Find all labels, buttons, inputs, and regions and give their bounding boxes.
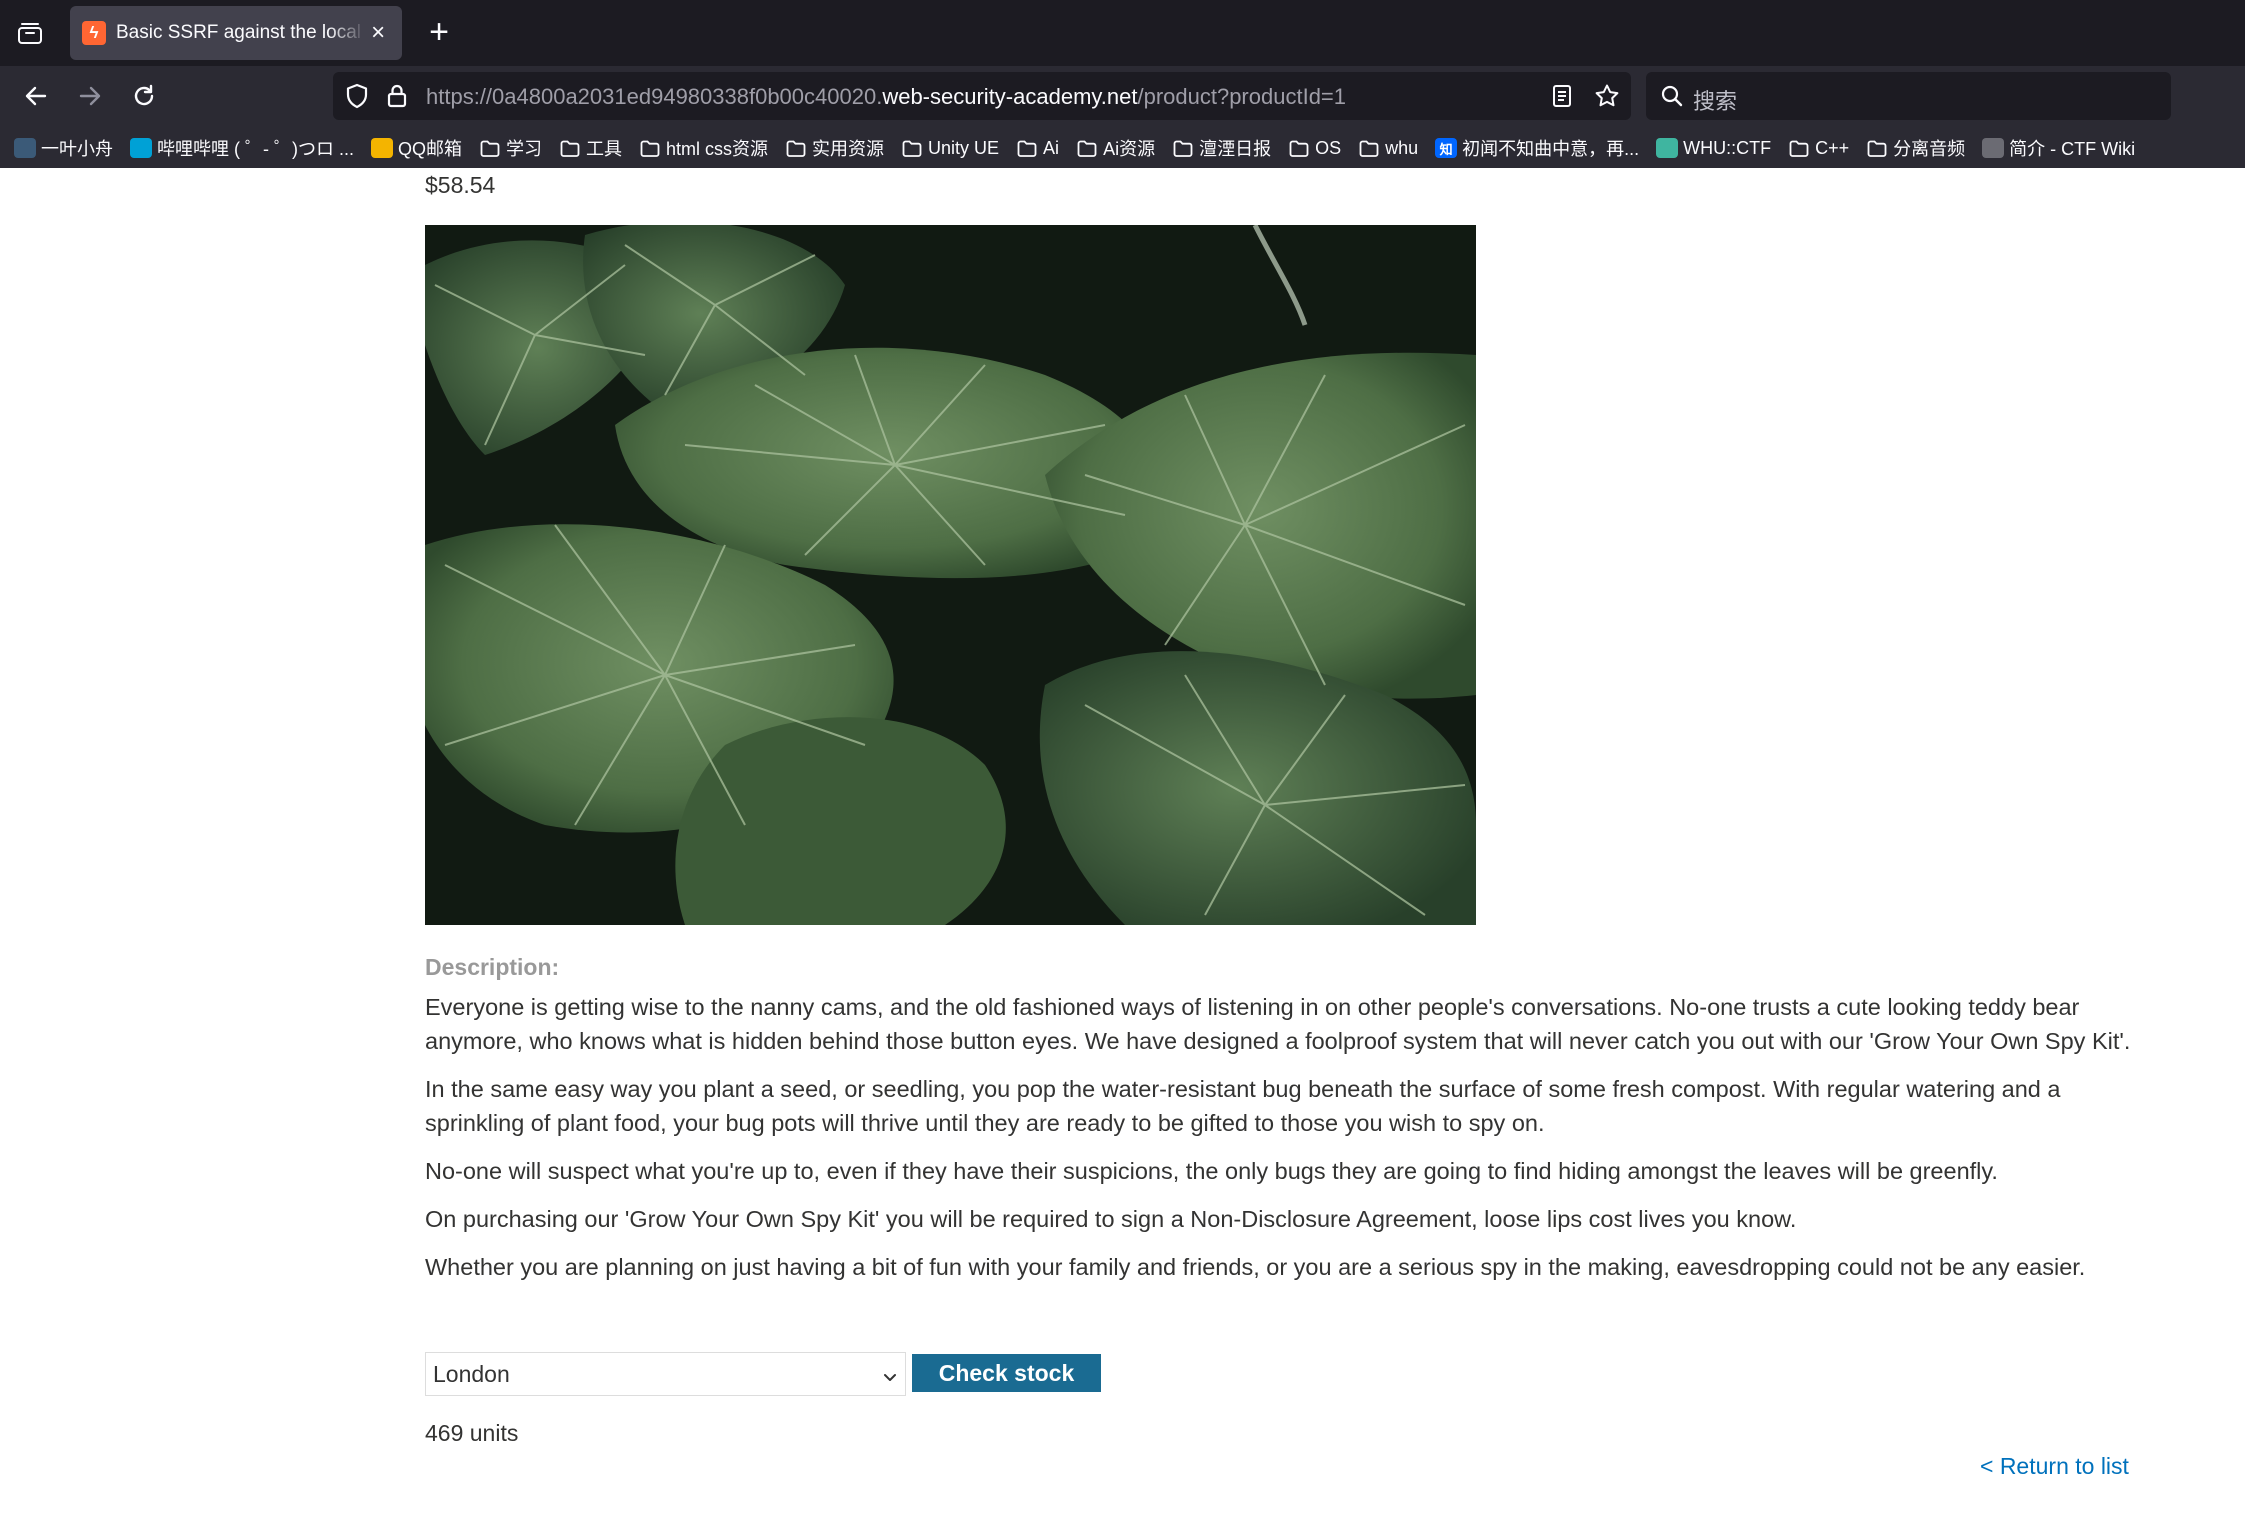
bookmark-label: QQ邮箱 [398, 139, 463, 159]
description-paragraph: Whether you are planning on just having … [425, 1254, 2086, 1280]
back-arrow-icon[interactable] [16, 76, 56, 116]
reload-icon[interactable] [124, 76, 164, 116]
description-paragraph: In the same easy way you plant a seed, o… [425, 1076, 2061, 1136]
ctfwiki-icon [1982, 138, 2005, 158]
bookmark-label: 实用资源 [812, 139, 885, 159]
bookmark-item[interactable]: WHU::CTF [1656, 138, 1771, 159]
bookmark-item[interactable]: 一叶小舟 [14, 135, 113, 161]
zhihu-icon: 知 [1435, 138, 1458, 158]
folder-icon [479, 138, 501, 158]
url-path: /product?productId=1 [1137, 84, 1347, 109]
bookmark-label: 一叶小舟 [41, 139, 113, 159]
address-bar[interactable]: https://0a4800a2031ed94980338f0b00c40020… [333, 72, 1631, 120]
description-paragraph: Everyone is getting wise to the nanny ca… [425, 994, 2131, 1054]
bilibili-icon [130, 138, 152, 158]
search-icon [1658, 82, 1686, 110]
product-image [425, 225, 1476, 925]
bookmark-label: Ai [1043, 137, 1060, 158]
bookmark-label: 澶湮日报 [1199, 139, 1272, 159]
lightning-bolt-icon: ϟ [82, 21, 106, 45]
folder-icon [1076, 138, 1098, 158]
bookmark-label: Ai资源 [1103, 139, 1156, 159]
product-price: $58.54 [425, 172, 496, 198]
bookmark-label: C++ [1815, 137, 1850, 158]
bookmark-label: html css资源 [666, 139, 769, 159]
bookmark-label: 学习 [506, 139, 543, 159]
bookmark-item[interactable]: whu [1358, 138, 1418, 159]
folder-icon [1788, 138, 1810, 158]
new-tab-button[interactable]: + [420, 14, 458, 52]
chevron-down-icon [881, 1365, 899, 1392]
lock-icon[interactable] [383, 82, 411, 110]
navigation-toolbar: https://0a4800a2031ed94980338f0b00c40020… [0, 66, 2245, 128]
bookmark-item[interactable]: QQ邮箱 [371, 135, 462, 161]
tab-bar: ϟ Basic SSRF against the local s × + [0, 0, 2245, 66]
list-all-tabs-icon[interactable] [10, 14, 50, 52]
bookmark-label: 初闻不知曲中意，再... [1462, 139, 1640, 159]
bookmark-star-icon[interactable] [1593, 82, 1621, 110]
bookmark-item[interactable]: Ai [1016, 138, 1059, 159]
forward-arrow-icon[interactable] [70, 76, 110, 116]
active-tab[interactable]: ϟ Basic SSRF against the local s × [70, 6, 402, 60]
folder-icon [1016, 138, 1038, 158]
description-label: Description: [425, 954, 560, 980]
ctf-icon [1656, 138, 1679, 158]
description-paragraph: No-one will suspect what you're up to, e… [425, 1158, 1998, 1184]
url-host: web-security-academy.net [882, 84, 1138, 109]
description-paragraph: On purchasing our 'Grow Your Own Spy Kit… [425, 1206, 1797, 1232]
shield-icon[interactable] [343, 82, 371, 110]
reader-view-icon[interactable] [1548, 82, 1576, 110]
bookmark-item[interactable]: Unity UE [901, 138, 999, 159]
url-text[interactable]: https://0a4800a2031ed94980338f0b00c40020… [426, 84, 1346, 110]
bookmark-label: 工具 [586, 139, 623, 159]
bookmarks-toolbar: 一叶小舟 哔哩哔哩 ( ゜- ゜)つロ ... QQ邮箱 学习 工具 html css资源… [0, 128, 2245, 168]
store-select-value: London [433, 1361, 510, 1387]
product-description: Everyone is getting wise to the nanny ca… [425, 990, 2140, 1298]
bookmark-item[interactable]: html css资源 [639, 135, 768, 161]
store-select[interactable]: London [425, 1352, 906, 1396]
bookmark-item[interactable]: OS [1288, 138, 1341, 159]
folder-icon [1358, 138, 1380, 158]
url-prefix: https://0a4800a2031ed94980338f0b00c40020… [426, 84, 883, 109]
search-placeholder: 搜索 [1693, 89, 1738, 114]
folder-icon [1288, 138, 1310, 158]
folder-icon [1866, 138, 1888, 158]
folder-icon [1172, 138, 1194, 158]
bookmark-item[interactable]: 学习 [479, 135, 542, 161]
stock-result: 469 units [425, 1420, 519, 1446]
tab-title: Basic SSRF against the local s [116, 22, 367, 43]
bookmark-item[interactable]: 澶湮日报 [1172, 135, 1271, 161]
folder-icon [639, 138, 661, 158]
search-bar[interactable]: 搜索 [1646, 72, 2171, 120]
folder-icon [559, 138, 581, 158]
product-page: $58.54 Description: Everyone is getting … [0, 168, 2245, 1515]
check-stock-button[interactable]: Check stock [912, 1354, 1101, 1392]
bookmark-label: whu [1385, 137, 1419, 158]
bookmark-label: 简介 - CTF Wiki [2009, 139, 2136, 159]
bookmark-item[interactable]: 分离音频 [1866, 135, 1965, 161]
bookmark-label: OS [1315, 137, 1342, 158]
bookmark-item[interactable]: C++ [1788, 138, 1849, 159]
bookmark-label: Unity UE [928, 137, 1000, 158]
bookmark-label: 分离音频 [1893, 139, 1966, 159]
bookmark-item[interactable]: 实用资源 [785, 135, 884, 161]
image-icon [14, 138, 36, 158]
close-tab-icon[interactable]: × [366, 21, 390, 45]
bookmark-label: 哔哩哔哩 ( ゜- ゜)つロ ... [157, 139, 354, 159]
chrome-icon [371, 138, 393, 158]
bookmark-item[interactable]: Ai资源 [1076, 135, 1155, 161]
bookmark-item[interactable]: 哔哩哔哩 ( ゜- ゜)つロ ... [130, 135, 354, 161]
bookmark-item[interactable]: 简介 - CTF Wiki [1982, 135, 2135, 161]
bookmark-item[interactable]: 工具 [559, 135, 622, 161]
return-to-list-link[interactable]: < Return to list [1980, 1453, 2129, 1480]
folder-icon [785, 138, 807, 158]
bookmark-item[interactable]: 知初闻不知曲中意，再... [1435, 135, 1639, 161]
folder-icon [901, 138, 923, 158]
bookmark-label: WHU::CTF [1683, 137, 1772, 158]
